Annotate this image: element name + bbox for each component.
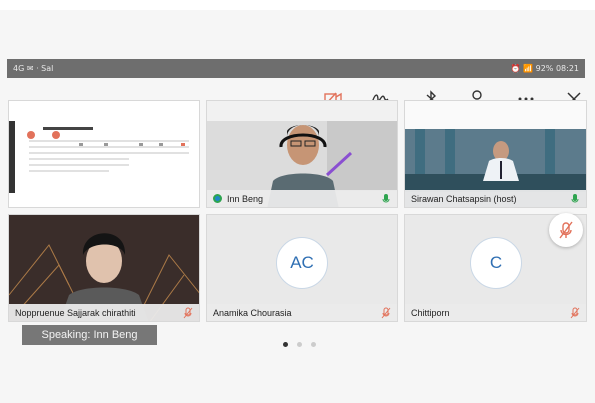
participant-name: Noppruenue Sajjarak chirathiti	[15, 307, 136, 318]
participant-label: Anamika Chourasia	[207, 304, 397, 321]
participant-name: Inn Beng	[227, 193, 264, 204]
participant-tile-sirawan[interactable]: Sirawan Chatsapsin (host)	[404, 100, 587, 208]
participant-name: Anamika Chourasia	[213, 307, 292, 318]
page-indicator[interactable]	[283, 342, 316, 347]
page-dot[interactable]	[311, 342, 316, 347]
mic-muted-icon	[559, 221, 573, 239]
status-left: 4G ✉ · Sal	[13, 64, 53, 73]
mic-muted-icon	[570, 307, 580, 318]
mute-toggle-button[interactable]	[549, 213, 583, 247]
page-dot[interactable]	[297, 342, 302, 347]
avatar: C	[470, 237, 522, 289]
mic-muted-icon	[183, 307, 193, 318]
participant-name: Chittiporn	[411, 307, 450, 318]
mic-on-icon	[382, 193, 390, 202]
speaking-text: Speaking: Inn Beng	[41, 329, 138, 341]
mic-muted-icon	[381, 307, 391, 318]
avatar-initials: AC	[290, 253, 314, 272]
participant-label: Sirawan Chatsapsin (host)	[405, 190, 586, 207]
top-band	[0, 0, 595, 10]
avatar-initials: C	[489, 253, 503, 272]
status-bar: 4G ✉ · Sal ⏰ 📶 92% 08:21	[7, 59, 585, 78]
participant-label: Inn Beng	[207, 190, 397, 207]
participant-name: Sirawan Chatsapsin (host)	[411, 193, 517, 204]
meeting-screen: 4G ✉ · Sal ⏰ 📶 92% 08:21 Inn Beng Sirawa…	[0, 0, 595, 403]
status-right: ⏰ 📶 92% 08:21	[511, 64, 579, 73]
camera-indicator-icon	[213, 194, 222, 203]
participant-label: Chittiporn	[405, 304, 586, 321]
participant-label: Noppruenue Sajjarak chirathiti	[9, 304, 199, 321]
page-dot-active[interactable]	[283, 342, 288, 347]
participant-tile-noppruenue[interactable]: Noppruenue Sajjarak chirathiti	[8, 214, 200, 322]
speaking-indicator: Speaking: Inn Beng	[22, 325, 157, 345]
shared-document-thumbnail	[9, 101, 199, 207]
status-left-text: 4G ✉ · Sal	[13, 64, 54, 73]
avatar: AC	[276, 237, 328, 289]
participant-tile-anamika[interactable]: AC Anamika Chourasia	[206, 214, 398, 322]
participant-tile-inn-beng[interactable]: Inn Beng	[206, 100, 398, 208]
mic-on-icon	[571, 193, 579, 202]
status-right-text: ⏰ 📶 92% 08:21	[510, 64, 579, 73]
screen-share-tile[interactable]	[8, 100, 200, 208]
